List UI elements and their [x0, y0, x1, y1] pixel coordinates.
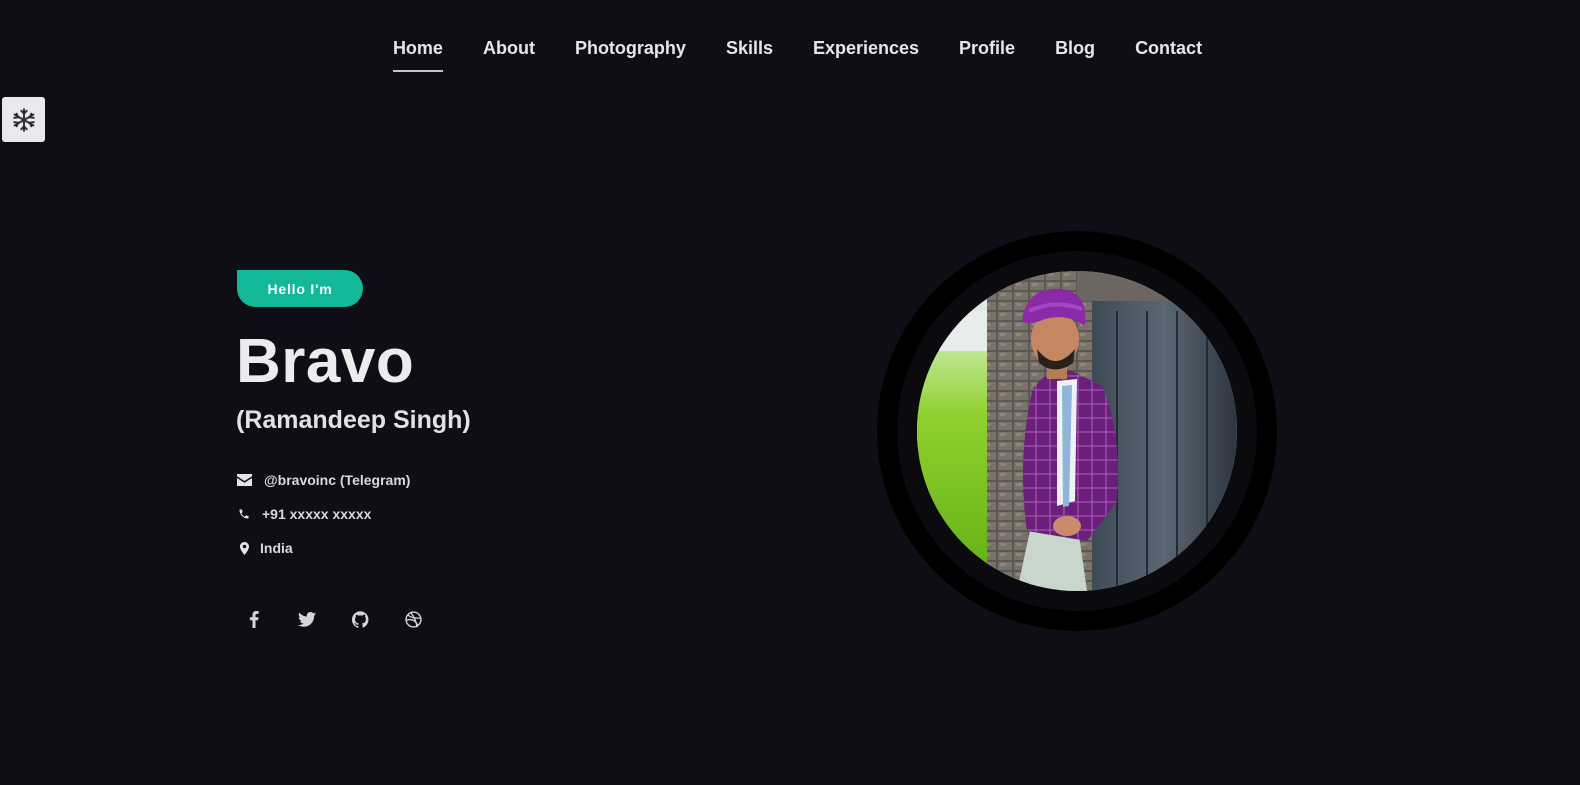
github-link[interactable]: [342, 601, 378, 637]
main-nav: Home About Photography Skills Experience…: [0, 36, 1580, 72]
page: Home About Photography Skills Experience…: [0, 0, 1580, 785]
facebook-link[interactable]: [236, 601, 272, 637]
facebook-icon: [249, 610, 259, 628]
hero-real-name: (Ramandeep Singh): [236, 406, 471, 434]
nav-item-about[interactable]: About: [463, 36, 555, 72]
contact-telegram-text: @bravoinc (Telegram): [264, 472, 411, 488]
snowflake-icon: [12, 107, 35, 132]
hero-name: Bravo: [236, 327, 415, 396]
nav-item-home[interactable]: Home: [373, 36, 463, 72]
nav-item-blog[interactable]: Blog: [1035, 36, 1115, 72]
nav-item-profile[interactable]: Profile: [939, 36, 1035, 72]
map-marker-icon: [236, 540, 252, 556]
profile-photo: [917, 271, 1237, 591]
hello-badge: Hello I'm: [237, 270, 363, 307]
dribbble-icon: [404, 610, 422, 628]
nav-item-experiences[interactable]: Experiences: [793, 36, 939, 72]
theme-toggle-button[interactable]: [2, 97, 45, 142]
nav-item-photography[interactable]: Photography: [555, 36, 706, 72]
contact-telegram: @bravoinc (Telegram): [236, 472, 410, 488]
contact-phone-text: +91 xxxxx xxxxx: [262, 506, 372, 522]
profile-photo-illustration: [917, 271, 1237, 591]
twitter-link[interactable]: [289, 601, 325, 637]
twitter-icon: [298, 611, 316, 627]
contact-location-text: India: [260, 540, 293, 556]
envelope-icon: [236, 472, 252, 488]
phone-icon: [236, 506, 252, 522]
nav-item-skills[interactable]: Skills: [706, 36, 793, 72]
contact-location: India: [236, 540, 293, 556]
github-icon: [351, 610, 368, 628]
contact-phone: +91 xxxxx xxxxx: [236, 506, 371, 522]
nav-list: Home About Photography Skills Experience…: [358, 36, 1222, 72]
social-links: [236, 601, 448, 637]
dribbble-link[interactable]: [395, 601, 431, 637]
nav-item-contact[interactable]: Contact: [1115, 36, 1222, 72]
